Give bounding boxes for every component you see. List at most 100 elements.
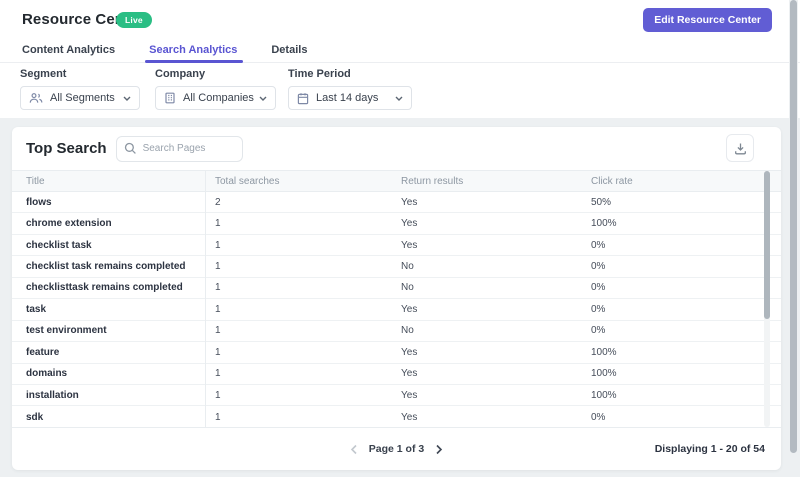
cell-total-searches: 1 — [215, 239, 221, 251]
filters-row: Segment All Segments Company All Compani… — [0, 68, 412, 110]
building-icon — [164, 92, 176, 104]
cell-total-searches: 1 — [215, 346, 221, 358]
cell-total-searches: 1 — [215, 389, 221, 401]
column-header-return-results: Return results — [401, 175, 464, 187]
chevron-down-icon — [395, 96, 403, 101]
cell-total-searches: 2 — [215, 196, 221, 208]
pagination: Page 1 of 3 Displaying 1 - 20 of 54 — [12, 428, 781, 470]
tab-details[interactable]: Details — [269, 40, 309, 62]
cell-title: checklisttask remains completed — [26, 282, 183, 294]
cell-total-searches: 1 — [215, 282, 221, 294]
cell-click-rate: 100% — [591, 389, 617, 401]
cell-click-rate: 100% — [591, 346, 617, 358]
chevron-down-icon — [259, 96, 267, 101]
time-period-select[interactable]: Last 14 days — [288, 86, 412, 110]
cell-return-results: Yes — [401, 196, 418, 208]
segment-select[interactable]: All Segments — [20, 86, 140, 110]
cell-total-searches: 1 — [215, 411, 221, 423]
page-scrollbar[interactable] — [789, 0, 798, 477]
cell-total-searches: 1 — [215, 368, 221, 380]
table-row: checklist task remains completed 1 No 0% — [12, 256, 781, 278]
cell-total-searches: 1 — [215, 218, 221, 230]
chevron-right-icon — [436, 444, 443, 454]
cell-return-results: Yes — [401, 411, 418, 423]
cell-total-searches: 1 — [215, 325, 221, 337]
cell-return-results: Yes — [401, 218, 418, 230]
tab-bar: Content Analytics Search Analytics Detai… — [0, 40, 800, 63]
column-header-click-rate: Click rate — [591, 175, 633, 187]
cell-return-results: Yes — [401, 303, 418, 315]
company-filter: Company All Companies — [155, 68, 276, 110]
table-body: flows 2 Yes 50% chrome extension 1 Yes 1… — [12, 192, 781, 428]
cell-return-results: No — [401, 282, 414, 294]
cell-title: test environment — [26, 325, 107, 337]
panel-header: Top Search — [12, 127, 781, 170]
cell-title: task — [26, 303, 47, 315]
table-scrollbar-thumb[interactable] — [764, 171, 770, 319]
cell-title: feature — [26, 346, 60, 358]
segment-filter: Segment All Segments — [20, 68, 140, 110]
time-period-value: Last 14 days — [316, 92, 379, 104]
table-row: installation 1 Yes 100% — [12, 385, 781, 407]
company-select[interactable]: All Companies — [155, 86, 276, 110]
calendar-icon — [297, 92, 309, 105]
cell-title: sdk — [26, 411, 44, 423]
table-row: sdk 1 Yes 0% — [12, 406, 781, 427]
time-period-label: Time Period — [288, 68, 351, 80]
column-header-total-searches: Total searches — [215, 175, 280, 187]
chevron-down-icon — [123, 96, 131, 101]
cell-return-results: No — [401, 325, 414, 337]
edit-resource-center-button[interactable]: Edit Resource Center — [643, 8, 772, 32]
table-row: flows 2 Yes 50% — [12, 192, 781, 214]
page-scrollbar-thumb[interactable] — [790, 0, 797, 453]
table-scrollbar[interactable] — [764, 171, 770, 427]
top-search-panel: Top Search Title Total searches Return r… — [12, 127, 781, 470]
table-row: task 1 Yes 0% — [12, 299, 781, 321]
tab-content-analytics[interactable]: Content Analytics — [20, 40, 117, 62]
cell-total-searches: 1 — [215, 303, 221, 315]
table-row: checklist task 1 Yes 0% — [12, 235, 781, 257]
cell-click-rate: 0% — [591, 325, 606, 337]
column-header-title: Title — [26, 175, 45, 187]
cell-click-rate: 100% — [591, 218, 617, 230]
cell-title: chrome extension — [26, 218, 112, 230]
cell-total-searches: 1 — [215, 261, 221, 273]
cell-return-results: Yes — [401, 239, 418, 251]
displaying-count: Displaying 1 - 20 of 54 — [654, 443, 765, 455]
cell-click-rate: 0% — [591, 282, 606, 294]
panel-title: Top Search — [26, 140, 107, 157]
cell-title: checklist task — [26, 239, 92, 251]
chevron-left-icon — [350, 444, 357, 454]
column-divider — [205, 170, 206, 428]
download-icon — [734, 143, 746, 154]
cell-title: flows — [26, 196, 52, 208]
cell-title: checklist task remains completed — [26, 261, 186, 273]
previous-page-button[interactable] — [348, 442, 360, 457]
top-section: Resource Center Live Edit Resource Cente… — [0, 0, 800, 118]
cell-click-rate: 50% — [591, 196, 612, 208]
cell-return-results: No — [401, 261, 414, 273]
company-value: All Companies — [183, 92, 254, 104]
cell-click-rate: 0% — [591, 239, 606, 251]
segment-value: All Segments — [50, 92, 115, 104]
download-button[interactable] — [726, 134, 754, 162]
search-icon — [124, 142, 137, 160]
cell-title: installation — [26, 389, 79, 401]
cell-return-results: Yes — [401, 368, 418, 380]
segment-label: Segment — [20, 68, 67, 80]
page-indicator: Page 1 of 3 — [368, 443, 425, 455]
table-row: domains 1 Yes 100% — [12, 364, 781, 385]
status-badge: Live — [116, 12, 152, 28]
tab-search-analytics[interactable]: Search Analytics — [145, 40, 244, 63]
cell-click-rate: 0% — [591, 261, 606, 273]
company-label: Company — [155, 68, 206, 80]
users-icon — [29, 92, 43, 104]
cell-return-results: Yes — [401, 389, 418, 401]
table-row: feature 1 Yes 100% — [12, 342, 781, 364]
cell-click-rate: 0% — [591, 411, 606, 423]
table-row: checklisttask remains completed 1 No 0% — [12, 278, 781, 300]
table-row: test environment 1 No 0% — [12, 321, 781, 343]
next-page-button[interactable] — [433, 442, 445, 457]
table-row: chrome extension 1 Yes 100% — [12, 213, 781, 235]
cell-title: domains — [26, 368, 68, 380]
